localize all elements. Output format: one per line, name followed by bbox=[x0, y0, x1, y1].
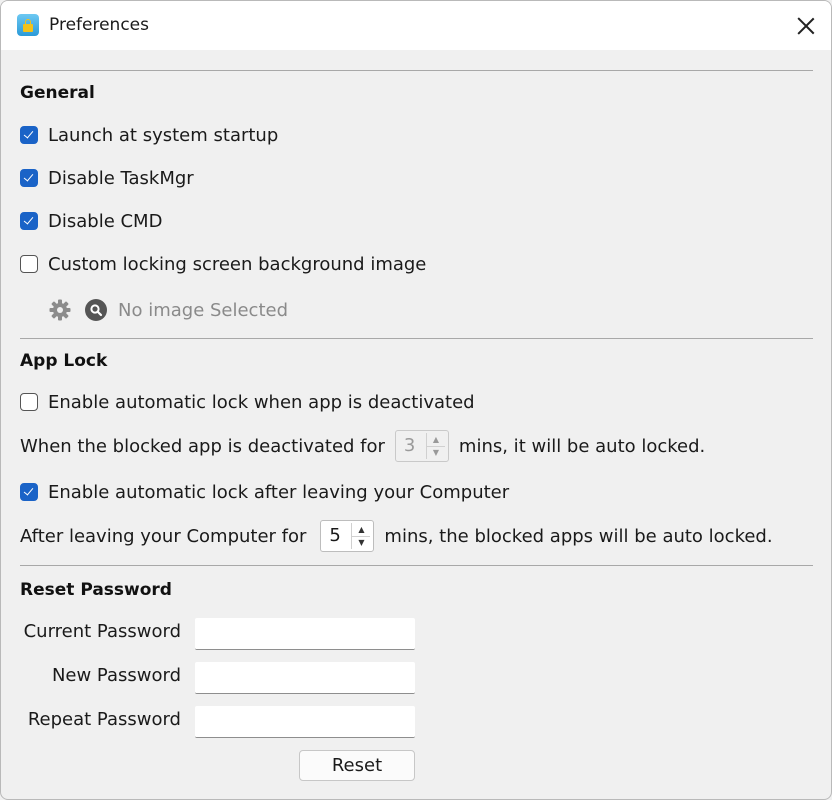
deactivated-minutes-spinner[interactable]: 3 ▲ ▼ bbox=[394, 430, 449, 462]
checkbox-checked-icon[interactable] bbox=[20, 169, 38, 187]
custom-background-checkbox[interactable]: Custom locking screen background image bbox=[20, 252, 426, 276]
leaving-prefix: After leaving your Computer for bbox=[20, 525, 307, 547]
preferences-window: Preferences General Launch at system sta… bbox=[0, 0, 832, 800]
search-icon[interactable] bbox=[84, 298, 108, 322]
current-password-label: Current Password bbox=[23, 621, 181, 642]
repeat-password-input[interactable] bbox=[195, 706, 415, 738]
spinner-down-icon[interactable]: ▼ bbox=[352, 537, 370, 550]
checkbox-unchecked-icon[interactable] bbox=[20, 255, 38, 273]
checkbox-label: Custom locking screen background image bbox=[48, 253, 427, 275]
repeat-password-label: Repeat Password bbox=[27, 709, 181, 730]
divider bbox=[20, 338, 813, 339]
spinner-down-icon[interactable]: ▼ bbox=[427, 447, 445, 460]
background-image-row: No image Selected bbox=[48, 297, 288, 323]
checkbox-label: Disable CMD bbox=[48, 210, 163, 232]
window-title: Preferences bbox=[49, 15, 149, 35]
checkbox-checked-icon[interactable] bbox=[20, 212, 38, 230]
checkbox-unchecked-icon[interactable] bbox=[20, 393, 38, 411]
checkbox-checked-icon[interactable] bbox=[20, 126, 38, 144]
lock-when-deactivated-checkbox[interactable]: Enable automatic lock when app is deacti… bbox=[20, 390, 475, 414]
reset-password-heading: Reset Password bbox=[20, 580, 172, 600]
new-password-label: New Password bbox=[51, 665, 181, 686]
reset-button[interactable]: Reset bbox=[299, 750, 415, 781]
gear-icon[interactable] bbox=[48, 298, 72, 322]
disable-taskmgr-checkbox[interactable]: Disable TaskMgr bbox=[20, 166, 194, 190]
divider bbox=[20, 565, 813, 566]
spinner-value[interactable]: 5 bbox=[321, 521, 351, 551]
current-password-input[interactable] bbox=[195, 618, 415, 650]
app-lock-heading: App Lock bbox=[20, 351, 108, 371]
title-bar: Preferences bbox=[1, 1, 831, 50]
no-image-status: No image Selected bbox=[118, 299, 289, 321]
spinner-up-icon[interactable]: ▲ bbox=[426, 433, 445, 447]
disable-cmd-checkbox[interactable]: Disable CMD bbox=[20, 209, 162, 233]
checkbox-label: Enable automatic lock after leaving your… bbox=[48, 481, 510, 503]
lock-app-icon bbox=[17, 14, 39, 36]
spinner-up-icon[interactable]: ▲ bbox=[352, 523, 371, 537]
checkbox-label: Disable TaskMgr bbox=[48, 167, 194, 189]
launch-at-startup-checkbox[interactable]: Launch at system startup bbox=[20, 123, 278, 147]
close-icon[interactable] bbox=[793, 13, 819, 39]
checkbox-label: Launch at system startup bbox=[48, 124, 279, 146]
checkbox-label: Enable automatic lock when app is deacti… bbox=[48, 391, 475, 413]
leaving-suffix: mins, the blocked apps will be auto lock… bbox=[384, 525, 773, 547]
deactivated-prefix: When the blocked app is deactivated for bbox=[20, 435, 385, 457]
spinner-value[interactable]: 3 bbox=[396, 431, 426, 461]
new-password-input[interactable] bbox=[195, 662, 415, 694]
leaving-timeout-row: After leaving your Computer for 5 ▲ ▼ mi… bbox=[20, 519, 773, 553]
checkbox-checked-icon[interactable] bbox=[20, 483, 38, 501]
deactivated-suffix: mins, it will be auto locked. bbox=[458, 435, 706, 457]
general-heading: General bbox=[20, 83, 95, 103]
lock-after-leaving-checkbox[interactable]: Enable automatic lock after leaving your… bbox=[20, 480, 509, 504]
deactivated-timeout-row: When the blocked app is deactivated for … bbox=[20, 429, 705, 463]
leaving-minutes-spinner[interactable]: 5 ▲ ▼ bbox=[320, 520, 375, 552]
divider bbox=[20, 70, 813, 71]
